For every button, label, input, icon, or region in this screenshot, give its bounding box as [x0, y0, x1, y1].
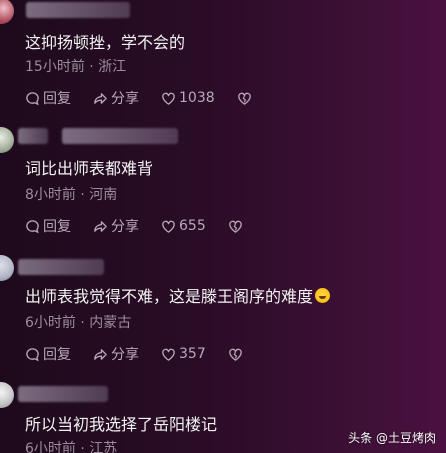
blurred-username [62, 128, 178, 144]
reply-label: 回复 [43, 347, 71, 363]
comment-text: 所以当初我选择了岳阳楼记 [25, 415, 218, 434]
reply-button[interactable]: 回复 [25, 216, 71, 236]
share-label: 分享 [111, 91, 139, 107]
comment-meta: 6小时前 · 江苏 [25, 441, 118, 453]
avatar[interactable] [0, 0, 14, 24]
heart-icon [162, 220, 175, 233]
share-arrow-icon [94, 92, 107, 104]
share-button[interactable]: 分享 [93, 344, 139, 364]
avatar[interactable] [0, 255, 14, 281]
like-count: 1038 [179, 90, 215, 106]
share-label: 分享 [111, 219, 139, 235]
share-button[interactable]: 分享 [93, 88, 139, 108]
chat-bubble-icon [26, 91, 39, 105]
like-count: 357 [179, 346, 206, 362]
dislike-button[interactable] [228, 347, 246, 362]
dislike-button[interactable] [237, 91, 255, 106]
heart-icon [162, 348, 175, 361]
comment-actions: 回复 分享 1038 [25, 88, 255, 108]
dislike-button[interactable] [228, 219, 246, 234]
share-arrow-icon [94, 348, 107, 360]
blurred-username [26, 2, 130, 18]
like-button[interactable]: 655 [161, 218, 206, 234]
like-count: 655 [179, 218, 206, 234]
reply-label: 回复 [43, 219, 71, 235]
avatar[interactable] [0, 127, 14, 153]
comment-actions: 回复 分享 655 [25, 216, 246, 236]
chat-bubble-icon [26, 347, 39, 361]
share-button[interactable]: 分享 [93, 216, 139, 236]
reply-button[interactable]: 回复 [25, 344, 71, 364]
avatar[interactable] [0, 382, 14, 408]
reply-label: 回复 [43, 91, 71, 107]
reply-button[interactable]: 回复 [25, 88, 71, 108]
blurred-username [18, 259, 104, 275]
laughing-emoji-icon [315, 288, 331, 303]
broken-heart-icon [228, 220, 242, 233]
like-button[interactable]: 357 [161, 346, 206, 362]
broken-heart-icon [237, 92, 251, 105]
blurred-username [18, 386, 108, 402]
heart-icon [162, 92, 175, 105]
comment-meta: 8小时前 · 河南 [25, 187, 118, 203]
broken-heart-icon [228, 348, 242, 361]
comment-meta: 15小时前 · 浙江 [25, 59, 127, 75]
comment-meta: 6小时前 · 内蒙古 [25, 315, 132, 331]
comment-text: 出师表我觉得不难，这是滕王阁序的难度 [25, 287, 331, 307]
share-arrow-icon [94, 220, 107, 232]
comment-text: 词比出师表都难背 [25, 159, 154, 178]
comment-text-content: 出师表我觉得不难，这是滕王阁序的难度 [25, 287, 314, 306]
chat-bubble-icon [26, 219, 39, 233]
comment-text: 这抑扬顿挫，学不会的 [25, 33, 186, 52]
share-label: 分享 [111, 347, 139, 363]
comment-actions: 回复 分享 357 [25, 344, 246, 364]
like-button[interactable]: 1038 [161, 90, 215, 106]
watermark: 头条 @土豆烤肉 [348, 431, 436, 445]
blurred-username [18, 128, 48, 144]
